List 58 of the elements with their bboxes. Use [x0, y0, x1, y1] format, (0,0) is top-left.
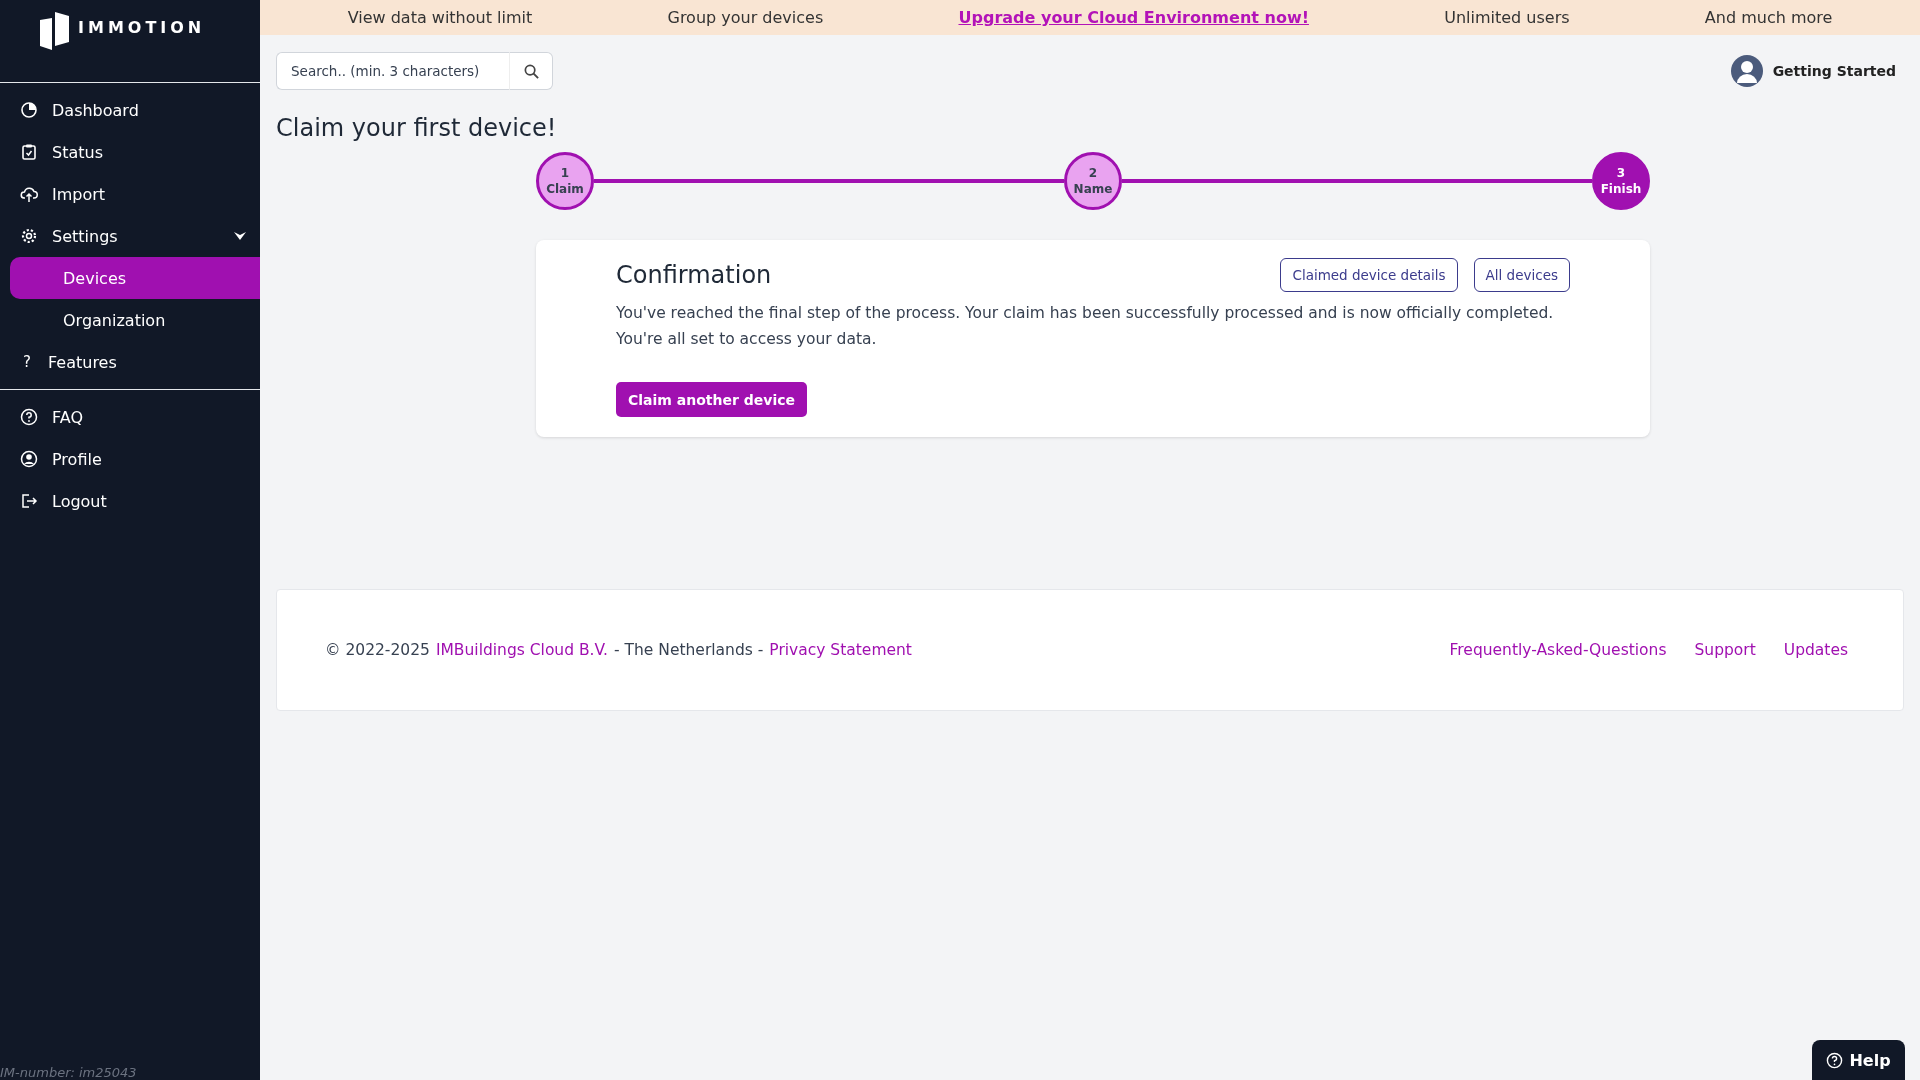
user-icon — [20, 450, 38, 468]
cloud-upload-icon — [20, 185, 38, 203]
card-title: Confirmation — [616, 261, 772, 289]
card-text: You're all set to access your data. — [616, 329, 878, 350]
banner-text: View data without limit — [347, 8, 533, 27]
step-circle: 3 Finish — [1592, 152, 1650, 210]
nav-item[interactable]: Import — [0, 173, 260, 215]
help-icon — [1826, 1051, 1844, 1069]
footer-link[interactable]: Frequently-Asked-Questions — [1449, 641, 1667, 659]
user-name[interactable]: Getting Started — [1772, 63, 1896, 79]
outline-button[interactable]: All devices — [1473, 258, 1570, 292]
pie-chart-icon — [20, 101, 38, 119]
help-button[interactable]: Help — [1812, 1040, 1905, 1080]
nav-label: Features — [48, 352, 118, 372]
copyright-text: © 2022-2025 — [325, 641, 430, 659]
nav-item[interactable]: Profile — [0, 438, 260, 480]
footer-link[interactable]: Support — [1694, 641, 1756, 659]
banner-text: Group your devices — [667, 8, 824, 27]
nav-label: Logout — [52, 491, 108, 511]
banner-text: And much more — [1704, 8, 1833, 27]
nav-item[interactable]: Dashboard — [0, 89, 260, 131]
search-field[interactable]: Search.. (min. 3 characters) — [276, 52, 509, 90]
nav-label: Profile — [52, 449, 103, 469]
question-glyph: ? — [22, 353, 32, 371]
search-button[interactable] — [509, 52, 553, 90]
outline-button[interactable]: Claimed device details — [1280, 258, 1458, 292]
search-icon — [522, 62, 540, 80]
banner-text: Unlimited users — [1444, 8, 1570, 27]
nav-item[interactable]: Logout — [0, 480, 260, 522]
sub-nav-item[interactable]: Organization — [10, 299, 260, 341]
country-text: - The Netherlands - — [614, 641, 764, 659]
step-circle: 2 Name — [1064, 152, 1122, 210]
nav-item[interactable]: FAQ — [0, 396, 260, 438]
page-title: Claim your first device! — [276, 114, 558, 142]
nav-label: Settings — [52, 226, 119, 246]
nav-item[interactable]: Status — [0, 131, 260, 173]
settings-icon — [20, 227, 38, 245]
upgrade-link[interactable]: Upgrade your Cloud Environment now! — [958, 8, 1309, 27]
help-icon — [20, 408, 38, 426]
claim-another-button[interactable]: Claim another device — [616, 382, 807, 417]
logo-text: IMMOTION — [78, 18, 206, 37]
nav-label: Import — [52, 184, 107, 204]
nav-label: Dashboard — [52, 100, 140, 120]
privacy-link[interactable]: Privacy Statement — [769, 641, 912, 659]
logout-icon — [20, 492, 38, 510]
footer-link[interactable]: Updates — [1783, 641, 1848, 659]
im-number: IM-number: im25043 — [0, 1065, 137, 1080]
clipboard-icon — [20, 143, 38, 161]
logo-icon — [38, 10, 72, 52]
sub-nav-item[interactable]: Devices — [10, 257, 260, 299]
card-text: You've reached the final step of the process. Your claim has been successfully processed and is now officially completed. — [616, 303, 1555, 324]
nav-item[interactable]: ? Features — [0, 341, 260, 383]
step-circle: 1 Claim — [536, 152, 594, 210]
company-link[interactable]: IMBuildings Cloud B.V. — [435, 641, 609, 659]
nav-label: FAQ — [52, 407, 84, 427]
avatar-icon[interactable] — [1730, 55, 1763, 87]
nav-item[interactable]: Settings — [0, 215, 260, 257]
nav-label: Status — [52, 142, 104, 162]
